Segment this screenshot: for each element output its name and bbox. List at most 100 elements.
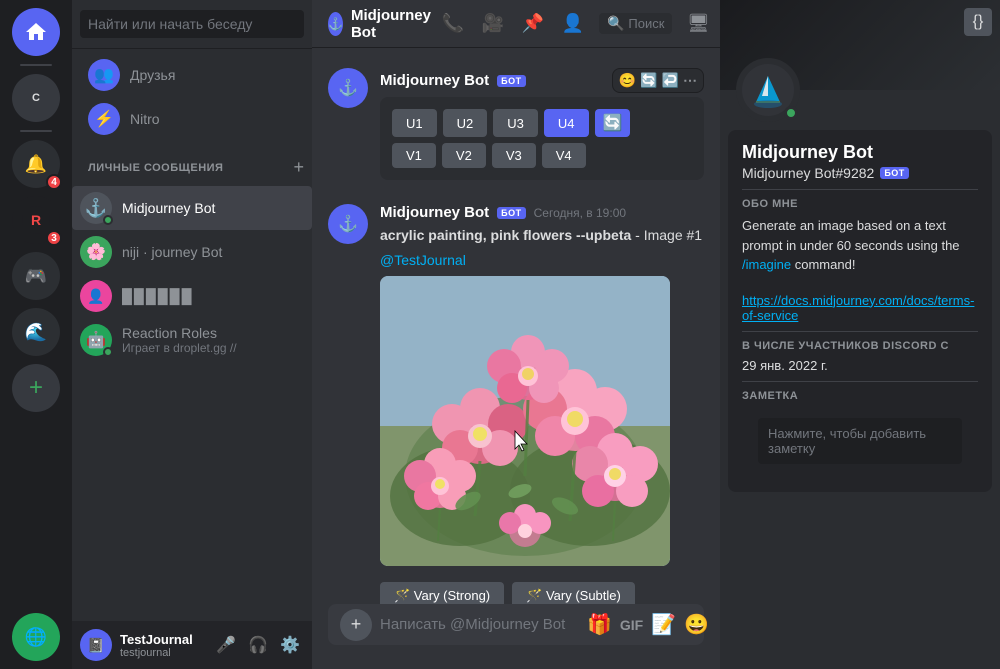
add-dm-button[interactable]: +: [293, 157, 304, 178]
vary-strong-button[interactable]: 🪄 Vary (Strong): [380, 582, 504, 604]
main-content: ⚓ Midjourney Bot 📞 🎥 📌 👤 🔍 Поиск 🖥 ❓ ⚓: [312, 0, 720, 669]
smile-react-btn[interactable]: 😊: [619, 72, 636, 89]
server-item[interactable]: С: [12, 74, 60, 122]
code-icon[interactable]: {}: [964, 8, 992, 36]
add-attachment-button[interactable]: +: [340, 609, 372, 641]
chat-header-icons: 📞 🎥 📌 👤 🔍 Поиск 🖥 ❓: [439, 10, 720, 38]
dm-section: 👥 Друзья ⚡ Nitro: [72, 49, 312, 145]
server-item-4[interactable]: 🎮: [12, 252, 60, 300]
add-friend-icon[interactable]: 👤: [559, 10, 587, 38]
v4-button[interactable]: V4: [542, 143, 586, 168]
reaction-roles-name: Reaction Roles: [122, 325, 237, 341]
dm-item-reaction-roles[interactable]: 🤖 Reaction Roles Играет в droplet.gg //: [72, 318, 312, 362]
online-indicator-rr: [103, 347, 113, 357]
main-msg-time: Сегодня, в 19:00: [534, 206, 626, 220]
discord-since-section: В ЧИСЛЕ УЧАСТНИКОВ DISCORD С 29 янв. 202…: [742, 340, 978, 373]
private-name: ██████: [122, 288, 194, 304]
server-separator-2: [20, 130, 52, 132]
about-title: ОБО МНЕ: [742, 198, 978, 210]
u1-button[interactable]: U1: [392, 109, 437, 137]
pin-icon[interactable]: 📌: [519, 10, 547, 38]
note-field[interactable]: Нажмите, чтобы добавить заметку: [758, 418, 962, 464]
emoji-icon[interactable]: 😀: [684, 612, 709, 637]
main-msg-header: Midjourney Bot БОТ Сегодня, в 19:00: [380, 204, 704, 221]
v2-button[interactable]: V2: [442, 143, 486, 168]
react-btn-2[interactable]: 🔄: [640, 72, 657, 89]
search-icon: 🔍: [607, 15, 624, 32]
reply-btn[interactable]: ↩️: [662, 72, 679, 89]
search-box[interactable]: 🔍 Поиск: [599, 13, 672, 34]
call-icon[interactable]: 📞: [439, 10, 467, 38]
divider-2: [742, 331, 978, 332]
prev-bot-badge: БОТ: [497, 75, 525, 87]
server-icon-game[interactable]: 🎮: [12, 252, 60, 300]
nitro-item[interactable]: ⚡ Nitro: [80, 97, 304, 141]
friends-icon: 👥: [88, 59, 120, 91]
video-icon[interactable]: 🎥: [479, 10, 507, 38]
prev-msg-header-row: Midjourney Bot БОТ 😊 🔄 ↩️ ⋯: [380, 68, 704, 93]
profile-tag: Midjourney Bot#9282 БОТ: [742, 165, 978, 181]
prev-message-group: ⚓ Midjourney Bot БОТ 😊 🔄 ↩️ ⋯: [328, 64, 704, 184]
inbox-icon[interactable]: 🖥: [684, 10, 712, 38]
v1-button[interactable]: V1: [392, 143, 436, 168]
channel-sidebar: 👥 Друзья ⚡ Nitro ЛИЧНЫЕ СООБЩЕНИЯ + ⚓ Mi…: [72, 0, 312, 669]
server-icon-с[interactable]: С: [12, 74, 60, 122]
prev-msg-author: Midjourney Bot: [380, 72, 489, 89]
main-msg-avatar: ⚓: [328, 204, 368, 244]
v-buttons-row: V1 V2 V3 V4: [392, 143, 692, 168]
search-input[interactable]: [80, 10, 304, 38]
profile-avatar-wrap: [736, 58, 800, 122]
personal-messages-header: ЛИЧНЫЕ СООБЩЕНИЯ +: [72, 145, 312, 182]
u3-button[interactable]: U3: [493, 109, 538, 137]
server-item-3[interactable]: R 3: [12, 196, 60, 244]
search-area: [72, 0, 312, 49]
mute-button[interactable]: 🎤: [212, 631, 240, 659]
server-item-2[interactable]: 🔔 4: [12, 140, 60, 188]
main-msg-content: Midjourney Bot БОТ Сегодня, в 19:00 acry…: [380, 204, 704, 604]
gift-icon[interactable]: 🎁: [587, 612, 612, 637]
sticker-icon[interactable]: 📝: [651, 612, 676, 637]
chat-header: ⚓ Midjourney Bot 📞 🎥 📌 👤 🔍 Поиск 🖥 ❓: [312, 0, 720, 48]
server-badge-3: 3: [46, 230, 62, 246]
divider-1: [742, 189, 978, 190]
reaction-roles-sub: Играет в droplet.gg //: [122, 341, 237, 355]
server-icon-wave[interactable]: 🌊: [12, 308, 60, 356]
dm-item-midjourney[interactable]: ⚓ Midjourney Bot: [72, 186, 312, 230]
nitro-label: Nitro: [130, 111, 160, 127]
about-section: ОБО МНЕ Generate an image based on a tex…: [742, 198, 978, 323]
profile-name: Midjourney Bot: [742, 142, 978, 163]
mention-text[interactable]: @TestJournal: [380, 252, 704, 268]
dm-item-private[interactable]: 👤 ██████: [72, 274, 312, 318]
tos-link[interactable]: https://docs.midjourney.com/docs/terms-o…: [742, 293, 978, 323]
online-indicator: [103, 215, 113, 225]
input-icons: 🎁 GIF 📝 😀: [587, 612, 709, 637]
dm-item-niji[interactable]: 🌸 niji · journey Bot: [72, 230, 312, 274]
reaction-roles-avatar: 🤖: [80, 324, 112, 356]
action-buttons: 🪄 Vary (Strong) 🪄 Vary (Subtle) ✏️ Vary …: [380, 574, 704, 604]
deafen-button[interactable]: 🎧: [244, 631, 272, 659]
painting-image[interactable]: [380, 276, 670, 566]
friends-item[interactable]: 👥 Друзья: [80, 53, 304, 97]
prev-msg-header-left: Midjourney Bot БОТ: [380, 72, 526, 89]
u4-button[interactable]: U4: [544, 109, 589, 137]
niji-name: niji · journey Bot: [122, 244, 222, 260]
vary-subtle-button[interactable]: 🪄 Vary (Subtle): [512, 582, 635, 604]
u2-button[interactable]: U2: [443, 109, 488, 137]
gif-icon[interactable]: GIF: [620, 617, 643, 633]
server-sidebar: С 🔔 4 R 3 🎮 🌊 + 🌐: [0, 0, 72, 669]
refresh-btn[interactable]: 🔄: [595, 109, 631, 137]
more-btn[interactable]: ⋯: [683, 72, 697, 89]
imagine-command[interactable]: /imagine: [742, 257, 791, 272]
u-buttons-row: U1 U2 U3 U4 🔄: [392, 109, 692, 137]
profile-banner: {}: [720, 0, 1000, 90]
explore-button[interactable]: 🌐: [12, 613, 60, 661]
panel-top-icons: {}: [956, 0, 1000, 44]
home-button[interactable]: [12, 8, 60, 56]
prev-msg-avatar: ⚓: [328, 68, 368, 108]
divider-3: [742, 381, 978, 382]
add-server-button[interactable]: +: [12, 364, 60, 412]
settings-button[interactable]: ⚙️: [276, 631, 304, 659]
v3-button[interactable]: V3: [492, 143, 536, 168]
server-item-5[interactable]: 🌊: [12, 308, 60, 356]
chat-input[interactable]: [380, 604, 579, 645]
